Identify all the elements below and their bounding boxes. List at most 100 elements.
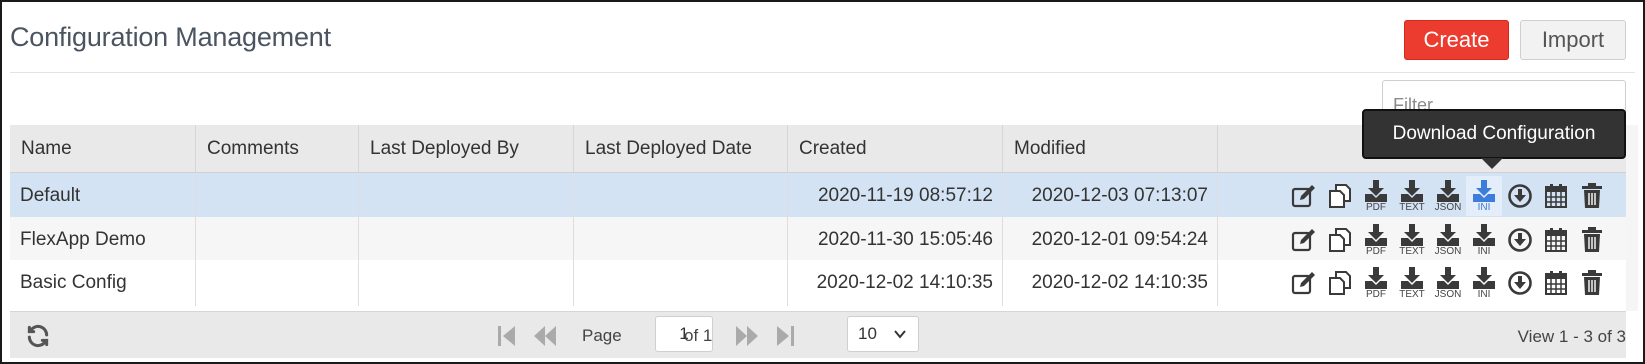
copy-button[interactable] bbox=[1322, 176, 1358, 216]
copy-icon bbox=[1327, 183, 1353, 209]
copy-button[interactable] bbox=[1322, 220, 1358, 260]
page-size-value: 10 bbox=[858, 324, 877, 343]
previous-page-icon[interactable] bbox=[530, 321, 560, 351]
trash-button[interactable] bbox=[1574, 176, 1610, 216]
app-frame: Configuration Management Create Import N… bbox=[0, 0, 1645, 364]
edit-icon bbox=[1291, 271, 1317, 295]
download-format-label: TEXT bbox=[1399, 245, 1425, 257]
header-divider bbox=[10, 72, 1635, 73]
edit-icon bbox=[1291, 184, 1317, 208]
download-icon bbox=[1472, 266, 1496, 289]
cell-last-deployed-date bbox=[574, 260, 788, 306]
column-header-last-deployed-date[interactable]: Last Deployed Date bbox=[574, 125, 788, 173]
download-text-button[interactable]: TEXT bbox=[1394, 220, 1430, 260]
pager: Page of 1 10 View 1 - 3 of 3 bbox=[10, 311, 1626, 358]
calendar-icon bbox=[1544, 227, 1568, 253]
edit-button[interactable] bbox=[1286, 263, 1322, 303]
download-format-label: INI bbox=[1477, 201, 1491, 213]
deploy-icon bbox=[1507, 227, 1533, 253]
download-format-label: INI bbox=[1477, 245, 1491, 257]
edit-button[interactable] bbox=[1286, 220, 1322, 260]
deploy-button[interactable] bbox=[1502, 263, 1538, 303]
record-count: View 1 - 3 of 3 bbox=[1517, 327, 1626, 346]
download-json-button[interactable]: JSON bbox=[1430, 220, 1466, 260]
download-icon bbox=[1400, 223, 1424, 246]
chevron-down-icon bbox=[894, 330, 906, 339]
tooltip-arrow bbox=[1481, 158, 1503, 169]
trash-button[interactable] bbox=[1574, 263, 1610, 303]
page-count-label: of 1 bbox=[684, 326, 713, 345]
calendar-button[interactable] bbox=[1538, 263, 1574, 303]
page-title: Configuration Management bbox=[10, 22, 331, 52]
calendar-icon bbox=[1544, 183, 1568, 209]
copy-icon bbox=[1327, 270, 1353, 296]
page-label: Page bbox=[582, 326, 622, 345]
edit-button[interactable] bbox=[1286, 176, 1322, 216]
trash-button[interactable] bbox=[1574, 220, 1610, 260]
column-header-created[interactable]: Created bbox=[788, 125, 1003, 173]
table-row[interactable]: Basic Config 2020-12-02 14:10:35 2020-12-0… bbox=[10, 260, 1626, 306]
cell-created: 2020-11-19 08:57:12 bbox=[788, 173, 1003, 219]
download-format-label: TEXT bbox=[1399, 288, 1425, 300]
download-icon bbox=[1364, 223, 1388, 246]
column-header-last-deployed-by[interactable]: Last Deployed By bbox=[359, 125, 574, 173]
deploy-button[interactable] bbox=[1502, 176, 1538, 216]
download-pdf-button[interactable]: PDF bbox=[1358, 220, 1394, 260]
cell-last-deployed-date bbox=[574, 217, 788, 263]
download-format-label: TEXT bbox=[1399, 201, 1425, 213]
create-button[interactable]: Create bbox=[1404, 20, 1509, 60]
calendar-button[interactable] bbox=[1538, 220, 1574, 260]
download-ini-button[interactable]: INI bbox=[1466, 220, 1502, 260]
cell-name: FlexApp Demo bbox=[10, 217, 196, 263]
copy-button[interactable] bbox=[1322, 263, 1358, 303]
download-ini-button[interactable]: INI bbox=[1466, 263, 1502, 303]
deploy-button[interactable] bbox=[1502, 220, 1538, 260]
cell-created: 2020-11-30 15:05:46 bbox=[788, 217, 1003, 263]
page-size-select[interactable]: 10 bbox=[847, 316, 919, 352]
download-json-button[interactable]: JSON bbox=[1430, 176, 1466, 216]
download-format-label: JSON bbox=[1434, 245, 1462, 257]
row-actions: PDF TEXT JSON INI bbox=[1286, 260, 1610, 306]
last-page-icon[interactable] bbox=[770, 321, 800, 351]
download-configuration-tooltip: Download Configuration bbox=[1362, 109, 1626, 169]
cell-modified: 2020-12-01 09:54:24 bbox=[1003, 217, 1218, 263]
cell-comments bbox=[196, 173, 359, 219]
download-pdf-button[interactable]: PDF bbox=[1358, 176, 1394, 216]
table-row[interactable]: Default 2020-11-19 08:57:12 2020-12-03 07:… bbox=[10, 173, 1626, 219]
download-text-button[interactable]: TEXT bbox=[1394, 176, 1430, 216]
column-header-comments[interactable]: Comments bbox=[196, 125, 359, 173]
trash-icon bbox=[1581, 227, 1603, 253]
download-icon bbox=[1364, 179, 1388, 202]
download-icon bbox=[1400, 179, 1424, 202]
download-format-label: PDF bbox=[1366, 201, 1386, 213]
download-format-label: JSON bbox=[1434, 288, 1462, 300]
column-header-modified[interactable]: Modified bbox=[1003, 125, 1218, 173]
column-header-name[interactable]: Name bbox=[10, 125, 196, 173]
download-pdf-button[interactable]: PDF bbox=[1358, 263, 1394, 303]
download-json-button[interactable]: JSON bbox=[1430, 263, 1466, 303]
refresh-icon[interactable] bbox=[23, 321, 53, 351]
cell-created: 2020-12-02 14:10:35 bbox=[788, 260, 1003, 306]
cell-comments bbox=[196, 260, 359, 306]
import-button[interactable]: Import bbox=[1520, 20, 1626, 60]
download-format-label: PDF bbox=[1366, 245, 1386, 257]
next-page-icon[interactable] bbox=[732, 321, 762, 351]
calendar-button[interactable] bbox=[1538, 176, 1574, 216]
download-text-button[interactable]: TEXT bbox=[1394, 263, 1430, 303]
calendar-icon bbox=[1544, 270, 1568, 296]
download-format-label: PDF bbox=[1366, 288, 1386, 300]
cell-last-deployed-by bbox=[359, 260, 574, 306]
download-ini-button[interactable]: INI bbox=[1466, 176, 1502, 216]
trash-icon bbox=[1581, 183, 1603, 209]
row-actions: PDF TEXT JSON INI bbox=[1286, 173, 1610, 219]
download-icon bbox=[1436, 179, 1460, 202]
edit-icon bbox=[1291, 228, 1317, 252]
vertical-scrollbar[interactable] bbox=[1626, 125, 1638, 311]
download-icon bbox=[1472, 179, 1496, 202]
first-page-icon[interactable] bbox=[492, 321, 522, 351]
cell-name: Basic Config bbox=[10, 260, 196, 306]
table-row[interactable]: FlexApp Demo 2020-11-30 15:05:46 2020-12-0… bbox=[10, 217, 1626, 263]
tooltip-text: Download Configuration bbox=[1392, 123, 1596, 144]
deploy-icon bbox=[1507, 270, 1533, 296]
download-icon bbox=[1364, 266, 1388, 289]
